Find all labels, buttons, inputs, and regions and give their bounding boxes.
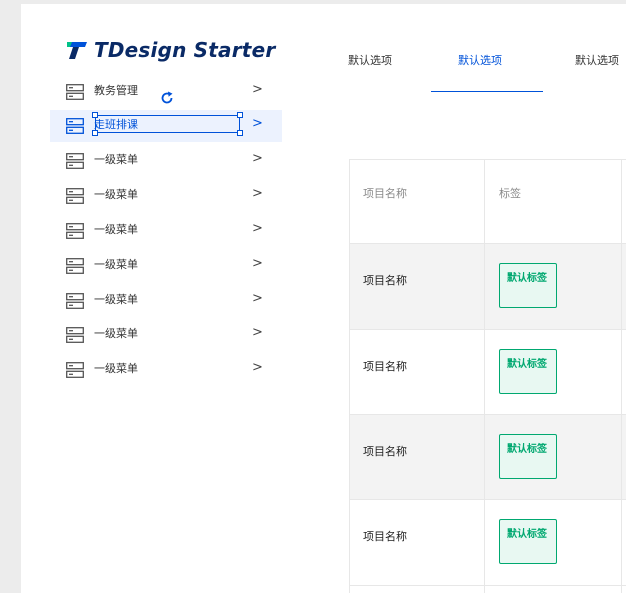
- status-tag[interactable]: 默认标签: [499, 519, 557, 564]
- chevron-right-icon: >: [252, 291, 263, 306]
- status-tag[interactable]: 默认标签: [499, 434, 557, 479]
- sidebar-item-6[interactable]: 一级菜单 >: [50, 285, 282, 317]
- row-name: 项目名称: [363, 530, 407, 543]
- chevron-right-icon: >: [252, 116, 263, 131]
- app-logo[interactable]: TDesign Starter: [66, 36, 275, 64]
- tab-option-3[interactable]: 默认选项: [575, 52, 619, 68]
- table-column-divider: [484, 159, 485, 593]
- tab-option-2[interactable]: 默认选项: [458, 52, 502, 68]
- sidebar-item-label: 一级菜单: [94, 362, 138, 375]
- row-name: 项目名称: [363, 360, 407, 373]
- sidebar-item-label: 教务管理: [94, 84, 138, 97]
- chevron-right-icon: >: [252, 256, 263, 271]
- server-icon: [66, 84, 84, 100]
- sidebar-item-label: 一级菜单: [94, 223, 138, 236]
- tdesign-logo-icon: [66, 39, 88, 61]
- tab-option-1[interactable]: 默认选项: [348, 52, 392, 68]
- sidebar-item-4[interactable]: 一级菜单 >: [50, 215, 282, 247]
- status-tag[interactable]: 默认标签: [499, 263, 557, 308]
- row-name: 项目名称: [363, 274, 407, 287]
- server-icon: [66, 293, 84, 309]
- chevron-right-icon: >: [252, 360, 263, 375]
- sidebar-item-5[interactable]: 一级菜单 >: [50, 250, 282, 282]
- sidebar-item-label: 一级菜单: [94, 293, 138, 306]
- server-icon: [66, 118, 84, 134]
- server-icon: [66, 327, 84, 343]
- table-header-row: 项目名称 标签: [349, 159, 626, 244]
- sidebar-item-label: 一级菜单: [94, 188, 138, 201]
- tag-label: 默认标签: [507, 529, 547, 540]
- tag-label: 默认标签: [507, 444, 547, 455]
- sidebar-item-label: 一级菜单: [94, 258, 138, 271]
- sidebar-item-3[interactable]: 一级菜单 >: [50, 180, 282, 212]
- sidebar-item-label: 走班排课: [94, 118, 138, 131]
- app-canvas: TDesign Starter 教务管理 > 走班排课 > 一级菜单 > 一级菜单 > 一级菜单…: [21, 4, 626, 593]
- tag-label: 默认标签: [507, 359, 547, 370]
- chevron-right-icon: >: [252, 82, 263, 97]
- header-tag: 标签: [499, 187, 521, 200]
- sidebar-item-1[interactable]: 走班排课 >: [50, 110, 282, 142]
- tag-label: 默认标签: [507, 273, 547, 284]
- server-icon: [66, 153, 84, 169]
- table-row: 项目名称 默认标签: [349, 244, 626, 330]
- server-icon: [66, 362, 84, 378]
- server-icon: [66, 188, 84, 204]
- active-tab-indicator: [431, 91, 543, 92]
- table-row: 项目名称 默认标签: [349, 500, 626, 586]
- table-row: 项目名称 默认标签: [349, 330, 626, 415]
- chevron-right-icon: >: [252, 186, 263, 201]
- rotate-handle-icon[interactable]: [159, 90, 175, 106]
- server-icon: [66, 223, 84, 239]
- sidebar-item-2[interactable]: 一级菜单 >: [50, 145, 282, 177]
- table-column-divider: [621, 159, 622, 593]
- sidebar-item-label: 一级菜单: [94, 153, 138, 166]
- status-tag[interactable]: 默认标签: [499, 349, 557, 394]
- header-name: 项目名称: [363, 187, 407, 200]
- sidebar-item-label: 一级菜单: [94, 327, 138, 340]
- chevron-right-icon: >: [252, 151, 263, 166]
- sidebar-item-7[interactable]: 一级菜单 >: [50, 319, 282, 351]
- sidebar-item-8[interactable]: 一级菜单 >: [50, 354, 282, 386]
- chevron-right-icon: >: [252, 221, 263, 236]
- logo-text: TDesign Starter: [94, 38, 276, 62]
- table-row: 项目名称 默认标签: [349, 415, 626, 500]
- row-name: 项目名称: [363, 445, 407, 458]
- server-icon: [66, 258, 84, 274]
- table-border-left: [349, 159, 350, 593]
- chevron-right-icon: >: [252, 325, 263, 340]
